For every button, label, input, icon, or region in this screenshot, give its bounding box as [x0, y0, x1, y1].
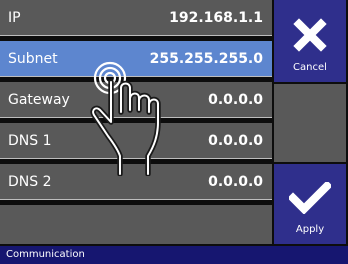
apply-button[interactable]: Apply	[274, 164, 346, 244]
row-value: 192.168.1.1	[169, 10, 263, 26]
row-label: DNS 2	[8, 174, 52, 190]
status-bar: Communication	[0, 246, 348, 264]
close-icon	[293, 18, 327, 52]
row-ip[interactable]: IP 192.168.1.1	[0, 0, 272, 36]
row-value: 0.0.0.0	[208, 174, 263, 190]
side-spacer	[274, 84, 346, 162]
row-value: 0.0.0.0	[208, 92, 263, 108]
row-value: 0.0.0.0	[208, 133, 263, 149]
cancel-label: Cancel	[293, 62, 327, 73]
row-label: Gateway	[8, 92, 70, 108]
row-label: IP	[8, 10, 21, 26]
checkmark-icon	[289, 182, 331, 214]
row-empty	[0, 205, 272, 244]
network-settings-screen: IP 192.168.1.1 Subnet 255.255.255.0 Gate…	[0, 0, 348, 264]
tap-hand-icon	[90, 61, 161, 176]
row-label: Subnet	[8, 51, 58, 67]
status-text: Communication	[6, 249, 85, 260]
action-panel: Cancel Apply	[274, 0, 346, 244]
apply-label: Apply	[295, 224, 325, 235]
cancel-button[interactable]: Cancel	[274, 0, 346, 82]
row-label: DNS 1	[8, 133, 52, 149]
